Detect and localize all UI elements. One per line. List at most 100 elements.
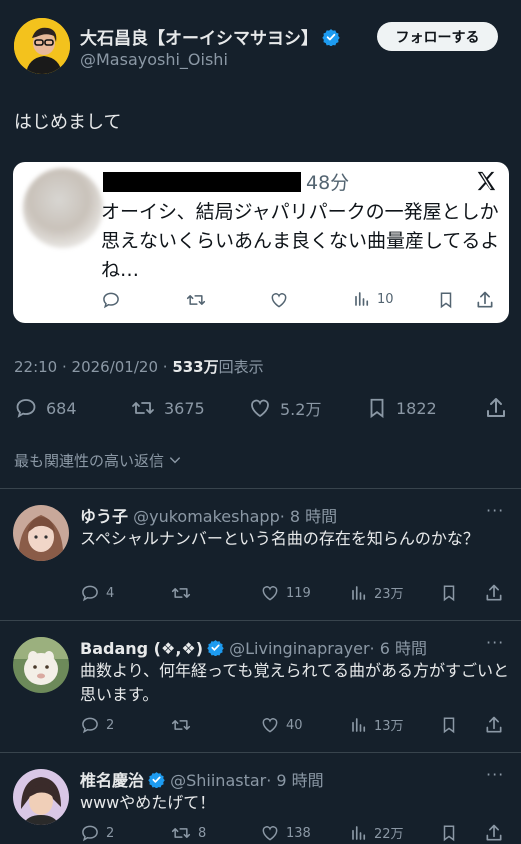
- reply-action[interactable]: 684: [14, 396, 77, 420]
- reply-count: 2: [106, 825, 115, 841]
- like-icon: [262, 718, 278, 733]
- reply-actions: 2 8 138 22万: [80, 823, 510, 844]
- retweet-action[interactable]: [170, 715, 198, 735]
- retweet-count: 3675: [164, 398, 205, 418]
- like-icon: [251, 399, 269, 418]
- reply-author-name[interactable]: ゆう子: [80, 507, 128, 526]
- like-action[interactable]: 40: [260, 715, 303, 735]
- embed-reply-icon: [101, 290, 121, 310]
- reply-icon: [82, 585, 98, 602]
- retweet-action[interactable]: [170, 583, 198, 603]
- views-icon: [352, 585, 366, 600]
- reply-text: 曲数より、何年経っても覚えられてる曲がある方がすごいと思います。: [80, 661, 509, 704]
- like-count: 138: [286, 825, 311, 841]
- embed-bookmark-icon: [437, 290, 455, 310]
- views-icon: [352, 825, 366, 840]
- reply-time[interactable]: · 6 時間: [370, 639, 427, 658]
- retweet-icon: [171, 828, 191, 838]
- reply-icon: [82, 825, 98, 842]
- x-logo-icon: [475, 170, 497, 192]
- views-action[interactable]: 23万: [350, 583, 404, 602]
- reply-action[interactable]: 2: [80, 823, 114, 843]
- verified-badge-icon: [148, 771, 165, 788]
- embed-retweet-icon: [185, 290, 207, 310]
- embed-views: 10: [353, 290, 394, 308]
- embed-views-count: 10: [377, 291, 394, 307]
- reply-action[interactable]: 4: [80, 583, 114, 603]
- reply-text: スペシャルナンバーという名曲の存在を知らんのかな？: [80, 529, 479, 548]
- like-action[interactable]: 5.2万: [248, 396, 321, 420]
- share-icon[interactable]: [484, 583, 504, 603]
- like-icon: [262, 826, 278, 841]
- reply-item[interactable]: Badang (❖,❖) @Livinginaprayer· 6 時間 ··· …: [0, 621, 521, 751]
- avatar[interactable]: [13, 769, 69, 825]
- reply-action[interactable]: 2: [80, 715, 114, 735]
- like-action[interactable]: 119: [260, 583, 311, 603]
- retweet-icon: [171, 588, 191, 598]
- reply-count: 4: [106, 585, 115, 601]
- author-name[interactable]: 大石昌良【オーイシマサヨシ】: [80, 24, 340, 49]
- reply-item[interactable]: 椎名慶治 @Shiinastar· 9 時間 ··· wwwやめたげて！ 2 8…: [0, 753, 521, 844]
- reply-count: 2: [106, 717, 115, 733]
- reply-sort-label: 最も関連性の高い返信: [14, 452, 165, 470]
- like-icon: [262, 586, 278, 601]
- bookmark-icon[interactable]: [440, 583, 458, 603]
- embed-time: 48分: [306, 172, 350, 194]
- view-label: 回表示: [218, 358, 264, 376]
- author-handle[interactable]: @Masayoshi_Oishi: [80, 50, 228, 69]
- avatar[interactable]: [13, 637, 69, 693]
- reply-author-handle[interactable]: @yukomakeshapp: [133, 507, 280, 526]
- more-options-icon[interactable]: ···: [486, 501, 504, 520]
- reply-actions: 4 119 23万: [80, 583, 510, 605]
- reply-icon: [16, 399, 36, 418]
- reply-author-handle[interactable]: @Shiinastar: [170, 771, 266, 790]
- follow-button[interactable]: フォローする: [377, 22, 498, 51]
- more-options-icon[interactable]: ···: [486, 765, 504, 784]
- view-count: 533万: [172, 358, 219, 376]
- embed-text: オーイシ、結局ジャパリパークの一発屋としか思えないくらいあんま良くない曲量産して…: [101, 201, 500, 281]
- share-icon[interactable]: [484, 715, 504, 735]
- reply-author-name[interactable]: Badang (❖,❖): [80, 639, 203, 658]
- author-avatar[interactable]: [14, 18, 70, 74]
- reply-time[interactable]: · 9 時間: [266, 771, 323, 790]
- tweet-timestamp[interactable]: 22:10 · 2026/01/20 ·: [14, 358, 168, 376]
- blurred-avatar: [23, 168, 103, 248]
- bookmark-action[interactable]: 1822: [366, 396, 437, 420]
- reply-time[interactable]: · 8 時間: [280, 507, 337, 526]
- retweet-action[interactable]: 8: [170, 823, 206, 843]
- verified-badge-icon: [207, 639, 224, 656]
- tweet-text: はじめまして: [14, 112, 122, 133]
- retweet-count: 8: [198, 825, 207, 841]
- like-action[interactable]: 138: [260, 823, 311, 843]
- reply-item[interactable]: ゆう子 @yukomakeshapp· 8 時間 ··· スペシャルナンバーとい…: [0, 489, 521, 619]
- views-action[interactable]: 22万: [350, 823, 404, 842]
- bookmark-icon[interactable]: [440, 823, 458, 843]
- views-icon: [352, 717, 366, 732]
- reply-header: Badang (❖,❖) @Livinginaprayer· 6 時間: [80, 635, 427, 659]
- share-icon[interactable]: [484, 396, 508, 420]
- avatar[interactable]: [13, 505, 69, 561]
- embedded-image-card[interactable]: 48分 オーイシ、結局ジャパリパークの一発屋としか思えないくらいあんま良くない曲…: [13, 162, 509, 323]
- views-count: 22万: [374, 827, 404, 842]
- redacted-name-bar: [103, 172, 301, 192]
- reply-author-name[interactable]: 椎名慶治: [80, 771, 144, 790]
- bookmark-count: 1822: [396, 398, 437, 418]
- verified-badge-icon: [322, 28, 340, 46]
- reply-text: wwwやめたげて！: [80, 793, 216, 812]
- retweet-icon: [132, 402, 154, 414]
- share-icon[interactable]: [484, 823, 504, 843]
- embed-share-icon: [475, 290, 495, 310]
- like-count: 5.2万: [280, 400, 322, 419]
- tweet-meta: 22:10 · 2026/01/20 · 533万回表示: [14, 356, 264, 377]
- reply-sort-dropdown[interactable]: 最も関連性の高い返信: [14, 450, 182, 471]
- reply-header: ゆう子 @yukomakeshapp· 8 時間: [80, 503, 337, 527]
- tweet-actions: 684 3675 5.2万 1822: [14, 396, 509, 420]
- reply-icon: [82, 717, 98, 734]
- reply-header: 椎名慶治 @Shiinastar· 9 時間: [80, 767, 324, 791]
- bookmark-icon[interactable]: [440, 715, 458, 735]
- like-count: 40: [286, 717, 303, 733]
- reply-author-handle[interactable]: @Livinginaprayer: [229, 639, 369, 658]
- retweet-action[interactable]: 3675: [130, 396, 205, 420]
- views-action[interactable]: 13万: [350, 715, 404, 734]
- more-options-icon[interactable]: ···: [486, 633, 504, 652]
